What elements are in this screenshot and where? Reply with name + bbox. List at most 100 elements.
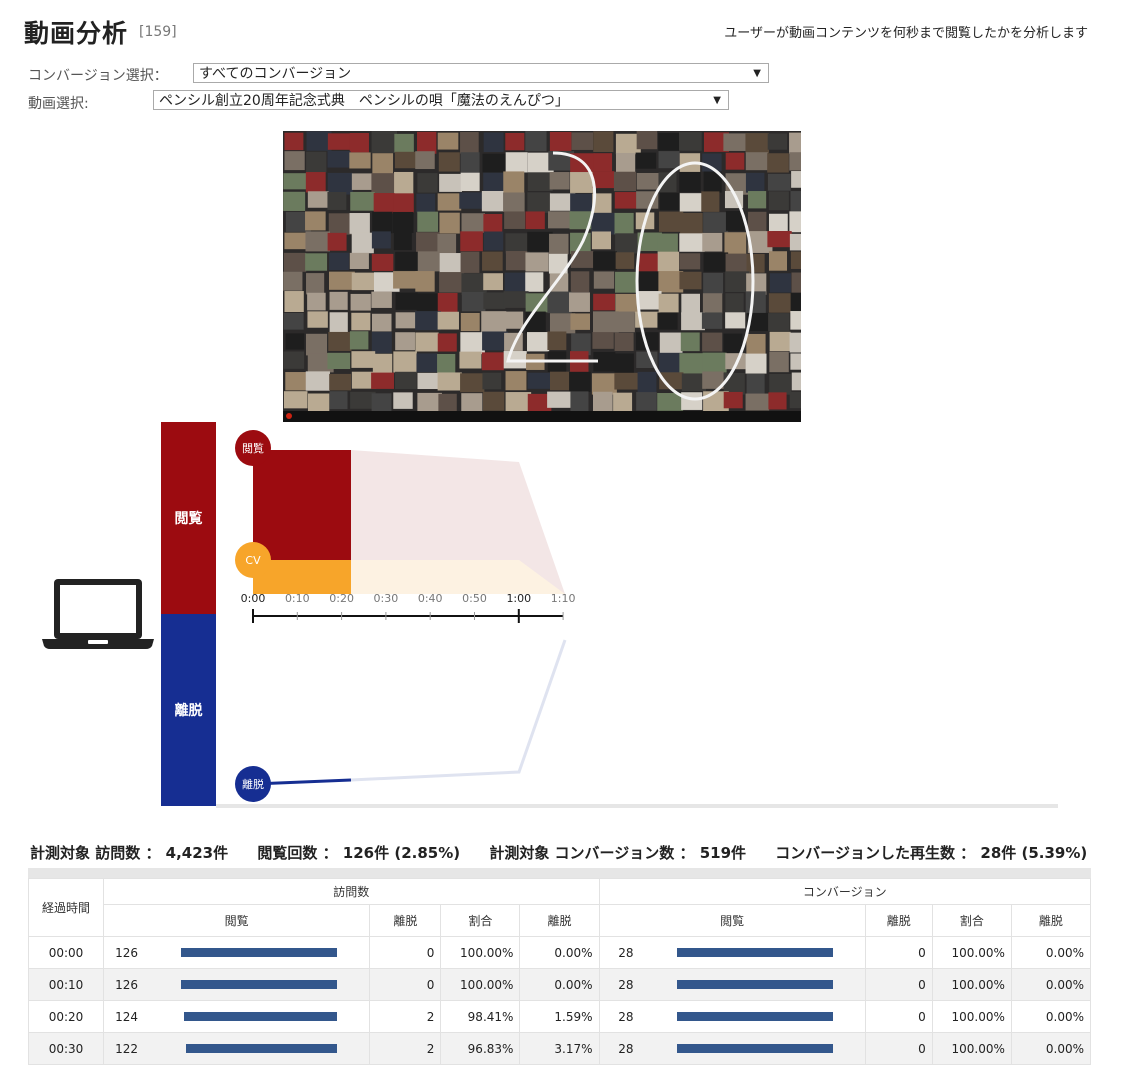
page-title: 動画分析	[24, 19, 129, 48]
collage-tile	[459, 192, 484, 209]
leave-bar[interactable]: 離脱	[161, 614, 216, 806]
collage-tile	[505, 371, 527, 391]
time-axis-label: 1:00	[506, 592, 531, 605]
item-count: [159]	[139, 24, 177, 40]
collage-tile	[416, 232, 440, 254]
header-rate: 割合	[440, 904, 521, 937]
collage-tile	[636, 172, 659, 190]
collage-tile	[614, 372, 640, 390]
collage-tile	[679, 193, 703, 212]
cell-cv-leave: 0	[864, 1000, 933, 1033]
cell-cv-view-bar	[676, 1012, 833, 1021]
header-cv-rate: 割合	[931, 904, 1012, 937]
collage-tile	[679, 271, 702, 290]
collage-tile	[460, 132, 479, 154]
collage-tile	[438, 393, 457, 414]
time-axis-label: 0:00	[241, 592, 266, 605]
collage-tile	[657, 233, 678, 254]
collage-tile	[657, 312, 678, 330]
cv-marker-label: CV	[245, 554, 261, 567]
collage-tile	[481, 191, 504, 212]
collage-tile	[768, 392, 787, 410]
collage-tile	[679, 132, 702, 151]
collage-tile	[789, 152, 801, 171]
cell-rate: 100.00%	[440, 936, 521, 969]
collage-tile	[767, 133, 788, 150]
cell-leave-rate: 1.59%	[519, 1000, 600, 1033]
collage-tile	[614, 332, 634, 351]
collage-tile	[636, 131, 658, 150]
cell-view-bar	[181, 980, 338, 989]
collage-tile	[482, 372, 502, 390]
visits-group-header: 訪問数	[103, 878, 600, 905]
collage-tile	[549, 371, 572, 391]
stat-views: 閲覧回数 ： 126件 (2.85%)	[257, 844, 461, 862]
collage-tile	[703, 212, 729, 233]
collage-tile	[702, 232, 723, 252]
view-bar-label: 閲覧	[174, 511, 203, 527]
collage-tile	[371, 313, 392, 332]
cell-cv-view-bar	[676, 980, 833, 989]
table-row: 00:30 122 2 96.83% 3.17% 28 0 100.00% 0.00%	[27, 1032, 1092, 1065]
cell-time: 00:10	[27, 968, 105, 1001]
collage-tile	[371, 291, 392, 308]
table-row: 00:00 126 0 100.00% 0.00% 28 0 100.00% 0.00%	[27, 936, 1092, 969]
cell-view: 122	[103, 1032, 371, 1065]
video-thumbnail[interactable]	[283, 131, 801, 422]
collage-tile	[460, 251, 480, 273]
collage-tile	[504, 311, 524, 329]
leave-bar-label: 離脱	[174, 703, 203, 719]
collage-tile	[615, 311, 635, 333]
view-bar[interactable]: 閲覧	[161, 422, 216, 614]
collage-tile	[461, 213, 485, 233]
collage-tile	[747, 211, 767, 233]
collage-tile	[483, 213, 503, 233]
collage-tile	[592, 391, 613, 412]
collage-tile	[415, 271, 435, 292]
view-marker-label: 閲覧	[242, 441, 264, 455]
video-select[interactable]: ペンシル創立20周年記念式典 ペンシルの唄「魔法のえんぴつ」 ▼	[153, 90, 729, 110]
cell-view-bar	[181, 948, 338, 957]
collage-tile	[283, 173, 309, 190]
collage-tile	[371, 372, 394, 389]
collage-tile	[769, 351, 789, 373]
collage-tile	[503, 192, 525, 212]
collage-tile	[547, 391, 572, 408]
collage-tile	[791, 171, 801, 188]
collage-tile	[679, 171, 701, 192]
collage-tile	[768, 293, 793, 313]
cell-cv-rate: 100.00%	[931, 968, 1012, 1001]
cell-view-bar	[186, 1044, 338, 1053]
collage-tile	[790, 353, 801, 370]
collage-tile	[767, 231, 792, 248]
collage-tile	[637, 271, 660, 293]
cell-view-value: 126	[115, 977, 139, 992]
collage-tile	[681, 312, 705, 331]
cell-leave: 2	[369, 1000, 442, 1033]
collage-tile	[459, 351, 482, 369]
collage-tile	[415, 151, 435, 170]
cell-time: 00:20	[27, 1000, 105, 1033]
collage-tile	[569, 371, 591, 392]
collage-tile	[306, 131, 332, 151]
cell-cv-view: 28	[598, 968, 866, 1001]
collage-tile	[283, 191, 306, 211]
video-select-value: ペンシル創立20周年記念式典 ペンシルの唄「魔法のえんぴつ」	[159, 93, 569, 109]
collage-tile	[768, 313, 790, 332]
collage-tile	[614, 353, 634, 376]
collage-tile	[593, 293, 616, 311]
collage-tile	[723, 133, 749, 151]
collage-tile	[503, 171, 525, 193]
collage-tile	[329, 312, 348, 334]
laptop-icon	[42, 579, 154, 649]
collage-tile	[393, 193, 414, 214]
collage-tile	[658, 211, 684, 232]
dropdown-arrow-icon: ▼	[713, 95, 721, 106]
collage-tile	[372, 211, 393, 234]
cell-cv-rate: 100.00%	[931, 936, 1012, 969]
cell-cv-leave-rate: 0.00%	[1010, 968, 1092, 1001]
collage-tile	[505, 233, 530, 254]
collage-tile	[327, 191, 347, 210]
conversion-select[interactable]: すべてのコンバージョン ▼	[193, 63, 769, 83]
collage-tile	[746, 253, 765, 273]
